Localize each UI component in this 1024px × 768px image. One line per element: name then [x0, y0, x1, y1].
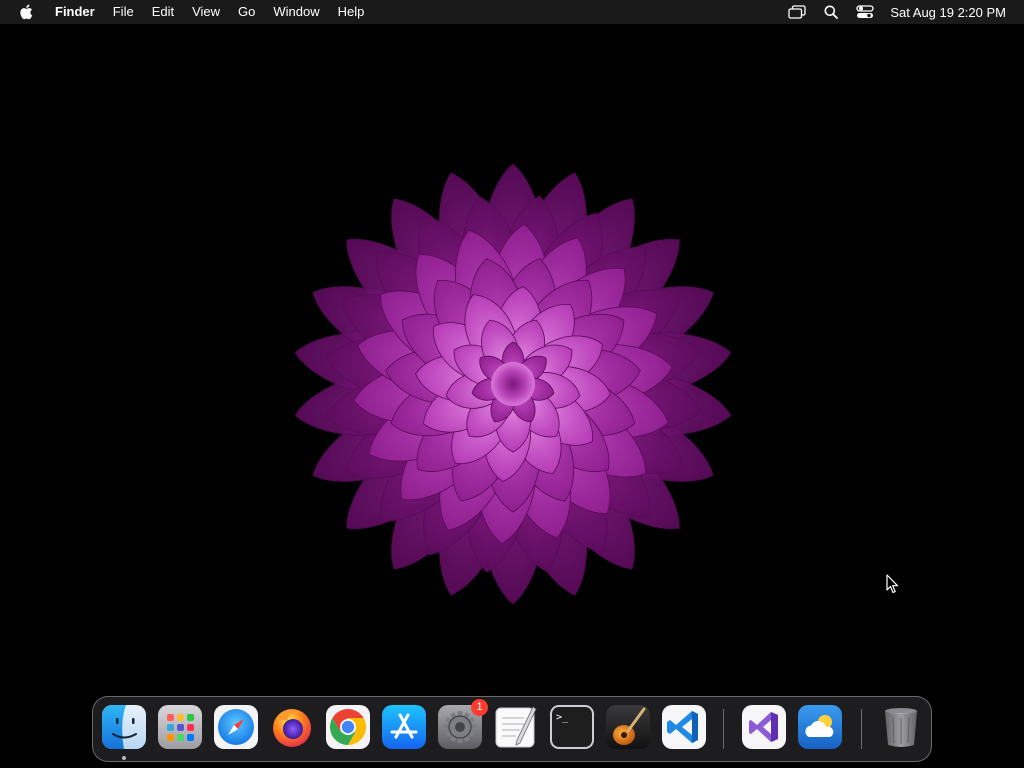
dock-separator [861, 709, 862, 749]
visual-studio-icon [742, 705, 786, 749]
firefox-icon [273, 709, 311, 747]
app-store-icon [382, 705, 426, 749]
chrome-icon [326, 705, 370, 749]
vscode-icon [662, 705, 706, 749]
safari-icon [214, 705, 258, 749]
menu-bar-status-area: Sat Aug 19 2:20 PM [772, 0, 1006, 24]
wallpaper [0, 24, 1024, 768]
notification-badge: 1 [471, 699, 488, 716]
control-center-icon[interactable] [856, 3, 875, 21]
desktop: Finder File Edit View Go Window Help Sat… [0, 0, 1024, 768]
menu-app-finder[interactable]: Finder [46, 0, 104, 24]
running-indicator [122, 756, 126, 760]
menu-go[interactable]: Go [229, 0, 264, 24]
dock-app-garageband[interactable] [606, 705, 650, 749]
menu-file[interactable]: File [104, 0, 143, 24]
dock-app-terminal[interactable]: >_ [550, 705, 594, 749]
menu-window[interactable]: Window [264, 0, 328, 24]
dock-app-weather[interactable] [798, 705, 842, 749]
dock-app-firefox[interactable] [270, 705, 314, 749]
garageband-icon [606, 705, 650, 749]
dock-app-launchpad[interactable] [158, 705, 202, 749]
flower-center [491, 362, 535, 406]
dock-separator [723, 709, 724, 749]
dock-app-chrome[interactable] [326, 705, 370, 749]
spotlight-search-icon[interactable] [822, 3, 840, 21]
dock-app-system-settings[interactable]: 1 [438, 699, 488, 749]
flower-wallpaper-image [294, 163, 732, 605]
finder-icon [102, 705, 146, 749]
dock: 1 >_ [92, 696, 932, 762]
mouse-pointer-icon [886, 574, 899, 594]
dock-app-finder[interactable] [102, 705, 146, 749]
weather-icon [798, 705, 842, 749]
dock-app-vscode[interactable] [662, 705, 706, 749]
menu-bar-clock[interactable]: Sat Aug 19 2:20 PM [890, 5, 1006, 20]
dock-app-trash[interactable] [879, 705, 923, 749]
menu-view[interactable]: View [183, 0, 229, 24]
launchpad-icon [158, 705, 202, 749]
textedit-icon [495, 706, 537, 748]
apple-menu-icon[interactable] [18, 4, 34, 20]
dock-app-textedit[interactable] [494, 705, 538, 749]
screen-mirroring-icon[interactable] [788, 3, 807, 21]
menu-edit[interactable]: Edit [143, 0, 183, 24]
menu-help[interactable]: Help [329, 0, 374, 24]
terminal-prompt-text: >_ [556, 712, 569, 723]
dock-app-app-store[interactable] [382, 705, 426, 749]
trash-icon [885, 708, 917, 747]
dock-app-safari[interactable] [214, 705, 258, 749]
dock-app-visual-studio[interactable] [742, 705, 786, 749]
menu-bar: Finder File Edit View Go Window Help Sat… [0, 0, 1024, 24]
